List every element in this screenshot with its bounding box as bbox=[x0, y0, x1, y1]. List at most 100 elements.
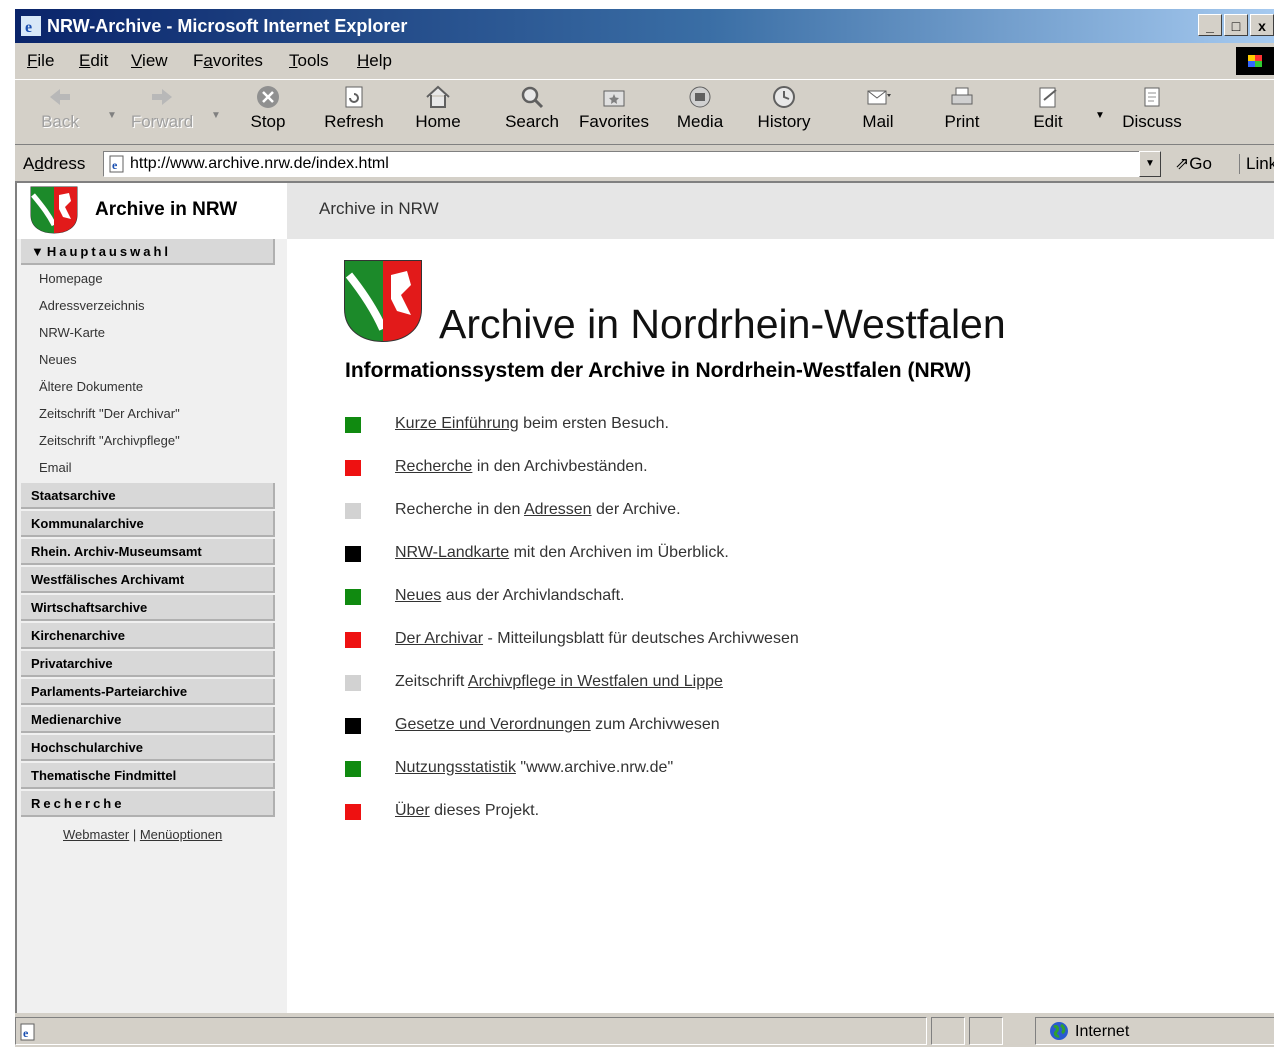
bullet-square bbox=[345, 546, 361, 562]
sidebar-section-thematische-findmittel[interactable]: Thematische Findmittel bbox=[21, 763, 275, 789]
intro-list-item: Recherche in den Archivbeständen. bbox=[395, 458, 648, 476]
refresh-button[interactable]: Refresh bbox=[317, 84, 391, 132]
sidebar-item-aeltere-dokumente[interactable]: Ältere Dokumente bbox=[39, 379, 143, 394]
minimize-button[interactable]: _ bbox=[1198, 14, 1222, 36]
sidebar-section-hauptauswahl[interactable]: ▼Hauptauswahl bbox=[21, 239, 275, 265]
item-link[interactable]: Adressen bbox=[524, 501, 592, 518]
back-button[interactable]: Back bbox=[23, 84, 97, 132]
item-link[interactable]: Nutzungsstatistik bbox=[395, 759, 516, 776]
sidebar-item-der-archivar[interactable]: Zeitschrift "Der Archivar" bbox=[39, 406, 180, 421]
print-button[interactable]: Print bbox=[925, 84, 999, 132]
go-button[interactable]: ⇗Go bbox=[1175, 154, 1212, 174]
svg-text:e: e bbox=[112, 158, 118, 172]
windows-logo-throbber bbox=[1236, 47, 1274, 75]
back-dropdown-icon[interactable]: ▼ bbox=[107, 110, 117, 121]
webmaster-link[interactable]: Webmaster bbox=[63, 827, 129, 842]
item-link[interactable]: Archivpflege in Westfalen und Lippe bbox=[468, 673, 723, 690]
forward-dropdown-icon[interactable]: ▼ bbox=[211, 110, 221, 121]
go-arrow-icon: ⇗ bbox=[1175, 154, 1190, 173]
sidebar-section-staatsarchive[interactable]: Staatsarchive bbox=[21, 483, 275, 509]
breadcrumb-bar: Archive in NRW bbox=[287, 183, 1274, 239]
status-zone-cell bbox=[1035, 1017, 1274, 1045]
media-button[interactable]: Media bbox=[663, 84, 737, 132]
menu-tools[interactable]: Tools bbox=[289, 51, 329, 71]
edit-page-icon bbox=[1039, 87, 1057, 108]
address-input[interactable]: e http://www.archive.nrw.de/index.html bbox=[103, 151, 1161, 177]
item-link[interactable]: NRW-Landkarte bbox=[395, 544, 509, 561]
item-text-after: "www.archive.nrw.de" bbox=[515, 759, 674, 776]
sidebar-title: Archive in NRW bbox=[95, 199, 238, 220]
close-button[interactable]: x bbox=[1250, 14, 1274, 36]
item-link[interactable]: Recherche bbox=[395, 458, 472, 475]
page-title: Archive in Nordrhein-Westfalen bbox=[439, 301, 1006, 347]
item-link[interactable]: Kurze Einführung bbox=[395, 415, 519, 432]
search-button[interactable]: Search bbox=[495, 84, 569, 132]
sidebar-item-archivpflege[interactable]: Zeitschrift "Archivpflege" bbox=[39, 433, 180, 448]
address-dropdown-button[interactable]: ▼ bbox=[1139, 151, 1161, 177]
status-progress-cell bbox=[931, 1017, 965, 1045]
discuss-icon bbox=[1144, 87, 1160, 107]
stop-button[interactable]: Stop bbox=[231, 84, 305, 132]
sidebar-section-hochschularchive[interactable]: Hochschularchive bbox=[21, 735, 275, 761]
standard-toolbar: Back ▼ Forward ▼ Stop Refresh Home Searc… bbox=[15, 79, 1274, 145]
menu-help[interactable]: Help bbox=[357, 51, 392, 71]
intro-list-item: Neues aus der Archivlandschaft. bbox=[395, 587, 624, 605]
sidebar-section-recherche[interactable]: Recherche bbox=[21, 791, 275, 817]
sidebar-section-kirchenarchive[interactable]: Kirchenarchive bbox=[21, 623, 275, 649]
bullet-square bbox=[345, 761, 361, 777]
menu-options-link[interactable]: Menüoptionen bbox=[140, 827, 222, 842]
page-subtitle: Informationssystem der Archive in Nordrh… bbox=[345, 359, 972, 382]
sidebar-item-email[interactable]: Email bbox=[39, 460, 72, 475]
history-button[interactable]: History bbox=[747, 84, 821, 132]
item-link[interactable]: Neues bbox=[395, 587, 441, 604]
page-icon: e bbox=[109, 155, 124, 173]
url-text: http://www.archive.nrw.de/index.html bbox=[130, 155, 389, 172]
intro-list-item: Über dieses Projekt. bbox=[395, 802, 539, 820]
menu-view[interactable]: View bbox=[131, 51, 168, 71]
sidebar-section-wirtschaftsarchive[interactable]: Wirtschaftsarchive bbox=[21, 595, 275, 621]
item-text-after: aus der Archivlandschaft. bbox=[441, 587, 625, 604]
item-text-before: Zeitschrift bbox=[395, 673, 468, 690]
sidebar-item-adressverzeichnis[interactable]: Adressverzeichnis bbox=[39, 298, 145, 313]
links-button[interactable]: Links bbox=[1239, 154, 1274, 174]
sidebar-item-homepage[interactable]: Homepage bbox=[39, 271, 103, 286]
nrw-crest-large-icon bbox=[344, 260, 422, 343]
menu-favorites[interactable]: Favorites bbox=[193, 51, 263, 71]
item-text-after: dieses Projekt. bbox=[429, 802, 540, 819]
intro-list-item: NRW-Landkarte mit den Archiven im Überbl… bbox=[395, 544, 729, 562]
sidebar-section-kommunalarchive[interactable]: Kommunalarchive bbox=[21, 511, 275, 537]
printer-icon bbox=[951, 87, 973, 105]
item-link[interactable]: Der Archivar bbox=[395, 630, 483, 647]
item-text-after: - Mitteilungsblatt für deutsches Archivw… bbox=[483, 630, 799, 647]
sidebar-section-medienarchive[interactable]: Medienarchive bbox=[21, 707, 275, 733]
maximize-button[interactable]: □ bbox=[1224, 14, 1248, 36]
edit-dropdown-icon[interactable]: ▼ bbox=[1095, 110, 1105, 121]
sidebar-section-archiv-museumsamt[interactable]: Rhein. Archiv-Museumsamt bbox=[21, 539, 275, 565]
stop-icon bbox=[257, 86, 279, 108]
item-link[interactable]: Über bbox=[395, 802, 430, 819]
mail-icon bbox=[867, 90, 891, 105]
menu-file[interactable]: File bbox=[27, 51, 54, 71]
sidebar-navigation: Archive in NRW ▼Hauptauswahl Homepage Ad… bbox=[17, 183, 287, 1013]
sidebar-item-neues[interactable]: Neues bbox=[39, 352, 77, 367]
menu-edit[interactable]: Edit bbox=[79, 51, 108, 71]
bullet-square bbox=[345, 589, 361, 605]
sidebar-section-parlaments-parteiarchive[interactable]: Parlaments-Parteiarchive bbox=[21, 679, 275, 705]
item-link[interactable]: Gesetze und Verordnungen bbox=[395, 716, 591, 733]
sidebar-item-nrw-karte[interactable]: NRW-Karte bbox=[39, 325, 105, 340]
mail-button[interactable]: Mail bbox=[841, 84, 915, 132]
browser-window: e NRW-Archive - Microsoft Internet Explo… bbox=[14, 8, 1274, 1047]
search-icon bbox=[521, 86, 544, 109]
item-text-after: mit den Archiven im Überblick. bbox=[509, 544, 729, 561]
home-button[interactable]: Home bbox=[401, 84, 475, 132]
item-text-before: Recherche in den bbox=[395, 501, 524, 518]
bullet-square bbox=[345, 804, 361, 820]
forward-button[interactable]: Forward bbox=[125, 84, 199, 132]
sidebar-section-privatarchive[interactable]: Privatarchive bbox=[21, 651, 275, 677]
intro-list-item: Zeitschrift Archivpflege in Westfalen un… bbox=[395, 673, 723, 691]
edit-button[interactable]: Edit bbox=[1011, 84, 1085, 132]
discuss-button[interactable]: Discuss bbox=[1115, 84, 1189, 132]
sidebar-section-westfaelisches-archivamt[interactable]: Westfälisches Archivamt bbox=[21, 567, 275, 593]
favorites-button[interactable]: Favorites bbox=[577, 84, 651, 132]
title-bar: e NRW-Archive - Microsoft Internet Explo… bbox=[15, 9, 1274, 43]
